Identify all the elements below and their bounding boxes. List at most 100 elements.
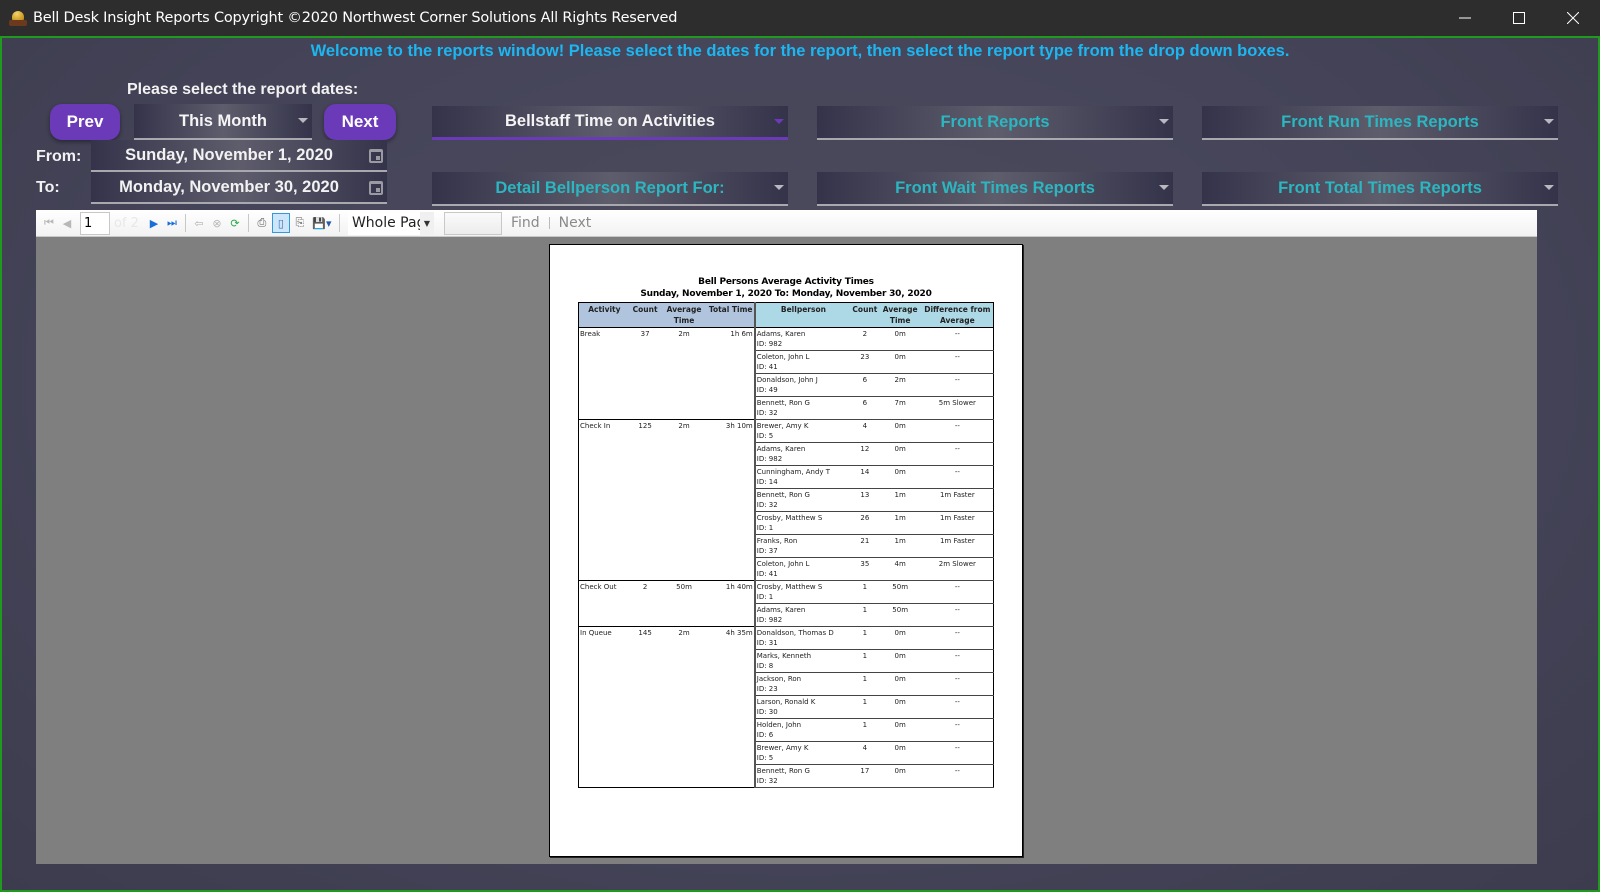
next-page-icon[interactable]: ▶ [146, 215, 162, 231]
chevron-down-icon [774, 118, 784, 124]
bellperson-cell: Brewer, Amy K ID: 5 [754, 741, 852, 765]
header-difference: Difference from Average [921, 302, 994, 328]
person-average-cell: 50m [878, 580, 922, 604]
front-wait-times-dropdown[interactable]: Front Wait Times Reports [817, 172, 1173, 206]
bellperson-cell: Larson, Ronald K ID: 30 [754, 695, 852, 719]
maximize-button[interactable] [1492, 0, 1546, 36]
person-count-cell: 26 [851, 511, 879, 535]
chevron-down-icon: ▼ [419, 211, 434, 235]
bellperson-cell: Cunningham, Andy T ID: 14 [754, 465, 852, 489]
front-reports-dropdown[interactable]: Front Reports [817, 106, 1173, 140]
report-viewer: ⏮ ◀ 1 of 2 ▶ ⏭ ⇦ ⊗ ⟳ ⎙ ▯ ⎘ 💾▾ Whole Page… [36, 210, 1537, 864]
person-count-cell: 1 [851, 649, 879, 673]
next-button[interactable]: Next [324, 104, 396, 140]
toolbar-divider [184, 214, 186, 232]
bellperson-cell: Bennett, Ron G ID: 32 [754, 488, 852, 512]
header-person-average-time: Average Time [878, 302, 922, 328]
person-average-cell: 0m [878, 442, 922, 466]
activity-count-cell: 37 [629, 327, 661, 420]
find-link[interactable]: Find [511, 215, 540, 231]
person-count-cell: 4 [851, 741, 879, 765]
chevron-down-icon [774, 185, 784, 190]
bellperson-cell: Marks, Kenneth ID: 8 [754, 649, 852, 673]
last-page-icon[interactable]: ⏭ [164, 215, 180, 231]
person-count-cell: 35 [851, 557, 879, 581]
chevron-down-icon [1159, 185, 1169, 190]
calendar-icon[interactable] [369, 149, 383, 163]
difference-cell: 2m Slower [921, 557, 994, 581]
bellperson-name: Donaldson, Thomas D [756, 629, 834, 637]
bellperson-name: Coleton, John L [756, 560, 810, 568]
bellperson-id: ID: 41 [756, 570, 778, 578]
table-row: In Queue 145 2m 4h 35m Donaldson, Thomas D ID… [577, 626, 994, 788]
person-average-cell: 0m [878, 626, 922, 650]
activity-average-cell: 2m [660, 626, 708, 788]
bellperson-id: ID: 1 [756, 524, 774, 532]
print-layout-icon[interactable]: ▯ [271, 213, 290, 233]
bellperson-name: Coleton, John L [756, 353, 810, 361]
front-total-times-dropdown[interactable]: Front Total Times Reports [1202, 172, 1558, 206]
bellperson-name: Crosby, Matthew S [756, 583, 823, 591]
print-icon[interactable]: ⎙ [254, 215, 270, 231]
page-count: of 2 [114, 215, 139, 231]
back-icon[interactable]: ⇦ [191, 215, 207, 231]
bellperson-name: Bennett, Ron G [756, 491, 810, 499]
bellperson-name: Franks, Ron [756, 537, 798, 545]
prev-button[interactable]: Prev [50, 104, 120, 140]
toolbar-divider [338, 214, 340, 232]
person-average-cell: 0m [878, 718, 922, 742]
date-range-dropdown[interactable]: This Month [134, 104, 312, 140]
bellstaff-report-dropdown[interactable]: Bellstaff Time on Activities [432, 106, 788, 140]
difference-cell: -- [921, 695, 994, 719]
bellperson-id: ID: 30 [756, 708, 778, 716]
bellperson-id: ID: 982 [756, 340, 783, 348]
person-average-cell: 1m [878, 488, 922, 512]
calendar-icon[interactable] [369, 181, 383, 195]
bellperson-cell: Franks, Ron ID: 37 [754, 534, 852, 558]
activity-cell: Check Out [577, 580, 630, 627]
detail-bellperson-dropdown[interactable]: Detail Bellperson Report For: [432, 172, 788, 206]
person-average-cell: 7m [878, 396, 922, 420]
person-average-cell: 0m [878, 419, 922, 443]
header-activity: Activity [578, 302, 630, 328]
close-icon [1567, 12, 1579, 24]
page-number-input[interactable]: 1 [80, 211, 110, 235]
difference-cell: -- [921, 327, 994, 351]
bellperson-name: Bennett, Ron G [756, 399, 810, 407]
dropdown-label: Front Run Times Reports [1281, 112, 1479, 131]
activity-total-cell: 4h 35m [707, 626, 756, 788]
person-average-cell: 0m [878, 327, 922, 351]
window-title: Bell Desk Insight Reports Copyright ©202… [33, 10, 678, 26]
difference-cell: -- [921, 442, 994, 466]
page-setup-icon[interactable]: ⎘ [292, 215, 308, 231]
bellperson-cell: Jackson, Ron ID: 23 [754, 672, 852, 696]
refresh-icon[interactable]: ⟳ [227, 215, 243, 231]
export-icon[interactable]: 💾▾ [310, 215, 334, 231]
bellperson-name: Larson, Ronald K [756, 698, 816, 706]
person-count-cell: 17 [851, 764, 879, 788]
stop-icon[interactable]: ⊗ [209, 215, 225, 231]
to-date-field[interactable]: Monday, November 30, 2020 [91, 172, 387, 204]
front-run-times-dropdown[interactable]: Front Run Times Reports [1202, 106, 1558, 140]
close-button[interactable] [1546, 0, 1600, 36]
bellperson-name: Marks, Kenneth [756, 652, 812, 660]
activity-average-cell: 2m [660, 419, 708, 581]
bellperson-name: Brewer, Amy K [756, 422, 809, 430]
bellperson-id: ID: 5 [756, 432, 774, 440]
bellperson-cell: Bennett, Ron G ID: 32 [754, 396, 852, 420]
find-next-link[interactable]: Next [559, 215, 592, 231]
activity-cell: In Queue [577, 626, 630, 788]
find-input[interactable] [443, 211, 502, 235]
from-date-field[interactable]: Sunday, November 1, 2020 [91, 140, 387, 172]
person-count-cell: 1 [851, 695, 879, 719]
difference-cell: 5m Slower [921, 396, 994, 420]
bellperson-name: Cunningham, Andy T [756, 468, 831, 476]
zoom-dropdown[interactable]: Whole Page ▼ [347, 211, 434, 235]
bellperson-cell: Crosby, Matthew S ID: 1 [754, 580, 852, 604]
previous-page-icon[interactable]: ◀ [59, 215, 75, 231]
person-average-cell: 0m [878, 695, 922, 719]
person-count-cell: 13 [851, 488, 879, 512]
person-count-cell: 1 [851, 718, 879, 742]
minimize-button[interactable] [1438, 0, 1492, 36]
first-page-icon[interactable]: ⏮ [41, 215, 57, 231]
